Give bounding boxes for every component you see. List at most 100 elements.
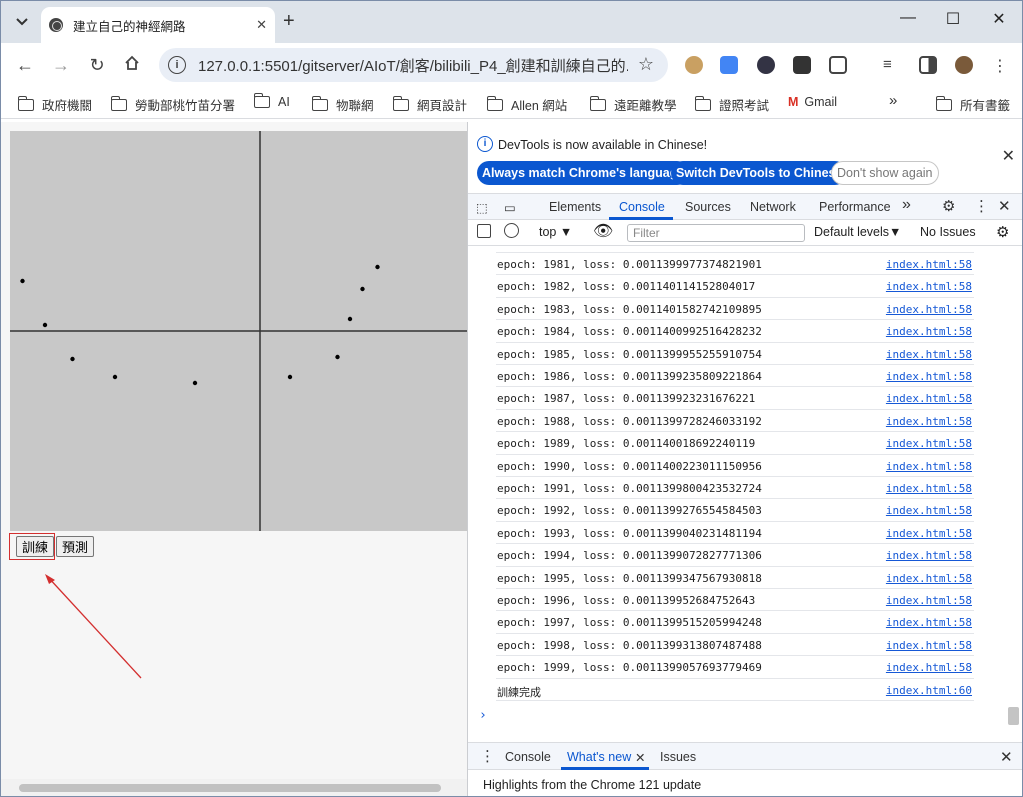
- device-toolbar-icon[interactable]: ▭: [504, 200, 516, 215]
- drawer-tab-whats-new[interactable]: What's new: [567, 750, 631, 764]
- bookmark-folder[interactable]: 遠距離教學: [590, 95, 677, 114]
- log-source-link[interactable]: index.html:58: [886, 594, 972, 607]
- console-settings-gear-icon[interactable]: ⚙: [996, 223, 1009, 241]
- log-source-link[interactable]: index.html:58: [886, 415, 972, 428]
- dont-show-again-button[interactable]: Don't show again: [831, 161, 939, 185]
- bookmark-folder[interactable]: 網頁設計: [393, 95, 467, 114]
- log-source-link[interactable]: index.html:58: [886, 392, 972, 405]
- all-bookmarks-folder[interactable]: 所有書籤: [936, 95, 1010, 114]
- tab-network[interactable]: Network: [750, 200, 796, 214]
- extension-cookie-icon[interactable]: [685, 56, 703, 74]
- log-levels-dropdown[interactable]: Default levels▼: [814, 225, 901, 239]
- maximize-icon[interactable]: ☐: [938, 9, 968, 29]
- folder-icon: [487, 95, 503, 111]
- sidebar-toggle-icon[interactable]: [477, 224, 491, 238]
- context-selector[interactable]: top ▼: [539, 225, 572, 239]
- home-icon[interactable]: [121, 55, 143, 75]
- always-match-language-button[interactable]: Always match Chrome's language: [477, 161, 690, 185]
- address-bar[interactable]: i 127.0.0.1:5501/gitserver/AIoT/創客/bilib…: [159, 48, 668, 82]
- console-prompt-icon[interactable]: ›: [479, 708, 487, 723]
- live-expression-eye-icon[interactable]: 👁: [593, 221, 613, 241]
- drawer-tab-issues[interactable]: Issues: [660, 750, 696, 764]
- forward-icon[interactable]: →: [50, 55, 72, 75]
- extension-web-icon[interactable]: [757, 56, 775, 74]
- tab-active[interactable]: 建立自己的神經網路 ✕: [41, 7, 275, 43]
- log-row: epoch: 1997, loss: 0.0011399515205994248…: [496, 611, 974, 634]
- bookmark-folder[interactable]: 政府機關: [18, 95, 92, 114]
- inspect-element-icon[interactable]: ⬚: [476, 200, 488, 215]
- log-source-link[interactable]: index.html:58: [886, 325, 972, 338]
- log-source-link[interactable]: index.html:58: [886, 303, 972, 316]
- bookmark-folder[interactable]: 證照考試: [695, 95, 769, 114]
- close-infobar-icon[interactable]: ✕: [1002, 146, 1015, 166]
- extension-translate-icon[interactable]: [720, 56, 738, 74]
- bookmark-folder[interactable]: Allen 網站: [487, 95, 567, 114]
- tab-console[interactable]: Console: [619, 200, 665, 214]
- log-source-link[interactable]: index.html:58: [886, 527, 972, 540]
- log-source-link[interactable]: index.html:58: [886, 258, 972, 271]
- log-source-link[interactable]: index.html:58: [886, 616, 972, 629]
- active-drawer-tab-indicator: [561, 767, 649, 770]
- menu-kebab-icon[interactable]: ⋮: [991, 56, 1009, 75]
- log-source-link[interactable]: index.html:58: [886, 370, 972, 383]
- switch-to-chinese-button[interactable]: Switch DevTools to Chinese: [671, 161, 848, 185]
- close-whats-new-icon[interactable]: ✕: [635, 750, 645, 765]
- profile-avatar[interactable]: [955, 56, 973, 74]
- data-point: [335, 354, 340, 360]
- log-source-link[interactable]: index.html:58: [886, 437, 972, 450]
- more-tabs-button[interactable]: »: [902, 196, 911, 214]
- bookmark-folder[interactable]: AI: [254, 93, 290, 109]
- predict-button[interactable]: 預測: [56, 536, 95, 557]
- bookmark-folder[interactable]: 物聯網: [312, 95, 374, 114]
- extensions-puzzle-icon[interactable]: [829, 56, 847, 74]
- tab-sources[interactable]: Sources: [685, 200, 731, 214]
- console-scrollbar[interactable]: [1007, 247, 1021, 742]
- log-source-link[interactable]: index.html:58: [886, 661, 972, 674]
- log-source-link[interactable]: index.html:58: [886, 482, 972, 495]
- scatter-canvas[interactable]: [10, 131, 467, 531]
- site-info-icon[interactable]: i: [168, 56, 186, 74]
- log-message: epoch: 1983, loss: 0.0011401582742109895: [497, 302, 762, 316]
- tab-performance[interactable]: Performance: [819, 200, 891, 214]
- scrollbar-thumb[interactable]: [19, 784, 441, 792]
- close-tab-icon[interactable]: ✕: [256, 17, 267, 33]
- side-panel-icon[interactable]: [919, 56, 937, 74]
- log-source-link[interactable]: index.html:58: [886, 280, 972, 293]
- bookmark-folder[interactable]: 勞動部桃竹苗分署: [111, 95, 235, 114]
- close-window-icon[interactable]: ✕: [984, 9, 1014, 29]
- issues-count[interactable]: No Issues: [920, 225, 976, 239]
- reload-icon[interactable]: ↻: [86, 55, 108, 75]
- extension-color-icon[interactable]: [793, 56, 811, 74]
- tab-elements[interactable]: Elements: [549, 200, 601, 214]
- bookmark-gmail[interactable]: M Gmail: [788, 95, 837, 109]
- log-source-link[interactable]: index.html:58: [886, 572, 972, 585]
- horizontal-scrollbar[interactable]: [1, 779, 467, 796]
- log-source-link[interactable]: index.html:58: [886, 348, 972, 361]
- log-source-link[interactable]: index.html:58: [886, 460, 972, 473]
- media-queue-icon[interactable]: ≡: [883, 56, 901, 74]
- log-row: epoch: 1992, loss: 0.0011399276554584503…: [496, 499, 974, 522]
- clear-console-icon[interactable]: [504, 223, 519, 238]
- tab-strip: 建立自己的神經網路 ✕ + — ☐ ✕: [1, 1, 1022, 43]
- close-drawer-icon[interactable]: ✕: [1000, 748, 1013, 766]
- drawer-menu-kebab-icon[interactable]: ⋮: [480, 747, 495, 765]
- scrollbar-thumb[interactable]: [1008, 707, 1019, 725]
- close-devtools-icon[interactable]: ✕: [998, 197, 1011, 215]
- drawer-tab-console[interactable]: Console: [505, 750, 551, 764]
- more-bookmarks-button[interactable]: »: [889, 92, 897, 109]
- settings-gear-icon[interactable]: ⚙: [942, 197, 955, 215]
- bookmark-star-icon[interactable]: ☆: [638, 54, 654, 75]
- console-filter-input[interactable]: Filter: [627, 224, 805, 242]
- devtools-drawer: ⋮ Console What's new ✕ Issues ✕ Highligh…: [468, 742, 1022, 796]
- customize-kebab-icon[interactable]: ⋮: [974, 197, 989, 215]
- log-source-link[interactable]: index.html:58: [886, 549, 972, 562]
- minimize-icon[interactable]: —: [893, 9, 923, 27]
- new-tab-button[interactable]: +: [283, 11, 295, 31]
- console-toolbar: top ▼ 👁 Filter Default levels▼ No Issues…: [468, 220, 1022, 246]
- log-source-link[interactable]: index.html:58: [886, 639, 972, 652]
- log-source-link[interactable]: index.html:58: [886, 504, 972, 517]
- tab-search-button[interactable]: [9, 9, 35, 35]
- back-icon[interactable]: ←: [14, 55, 36, 75]
- log-source-link[interactable]: index.html:60: [886, 684, 972, 697]
- bookmark-label: 所有書籤: [960, 99, 1011, 113]
